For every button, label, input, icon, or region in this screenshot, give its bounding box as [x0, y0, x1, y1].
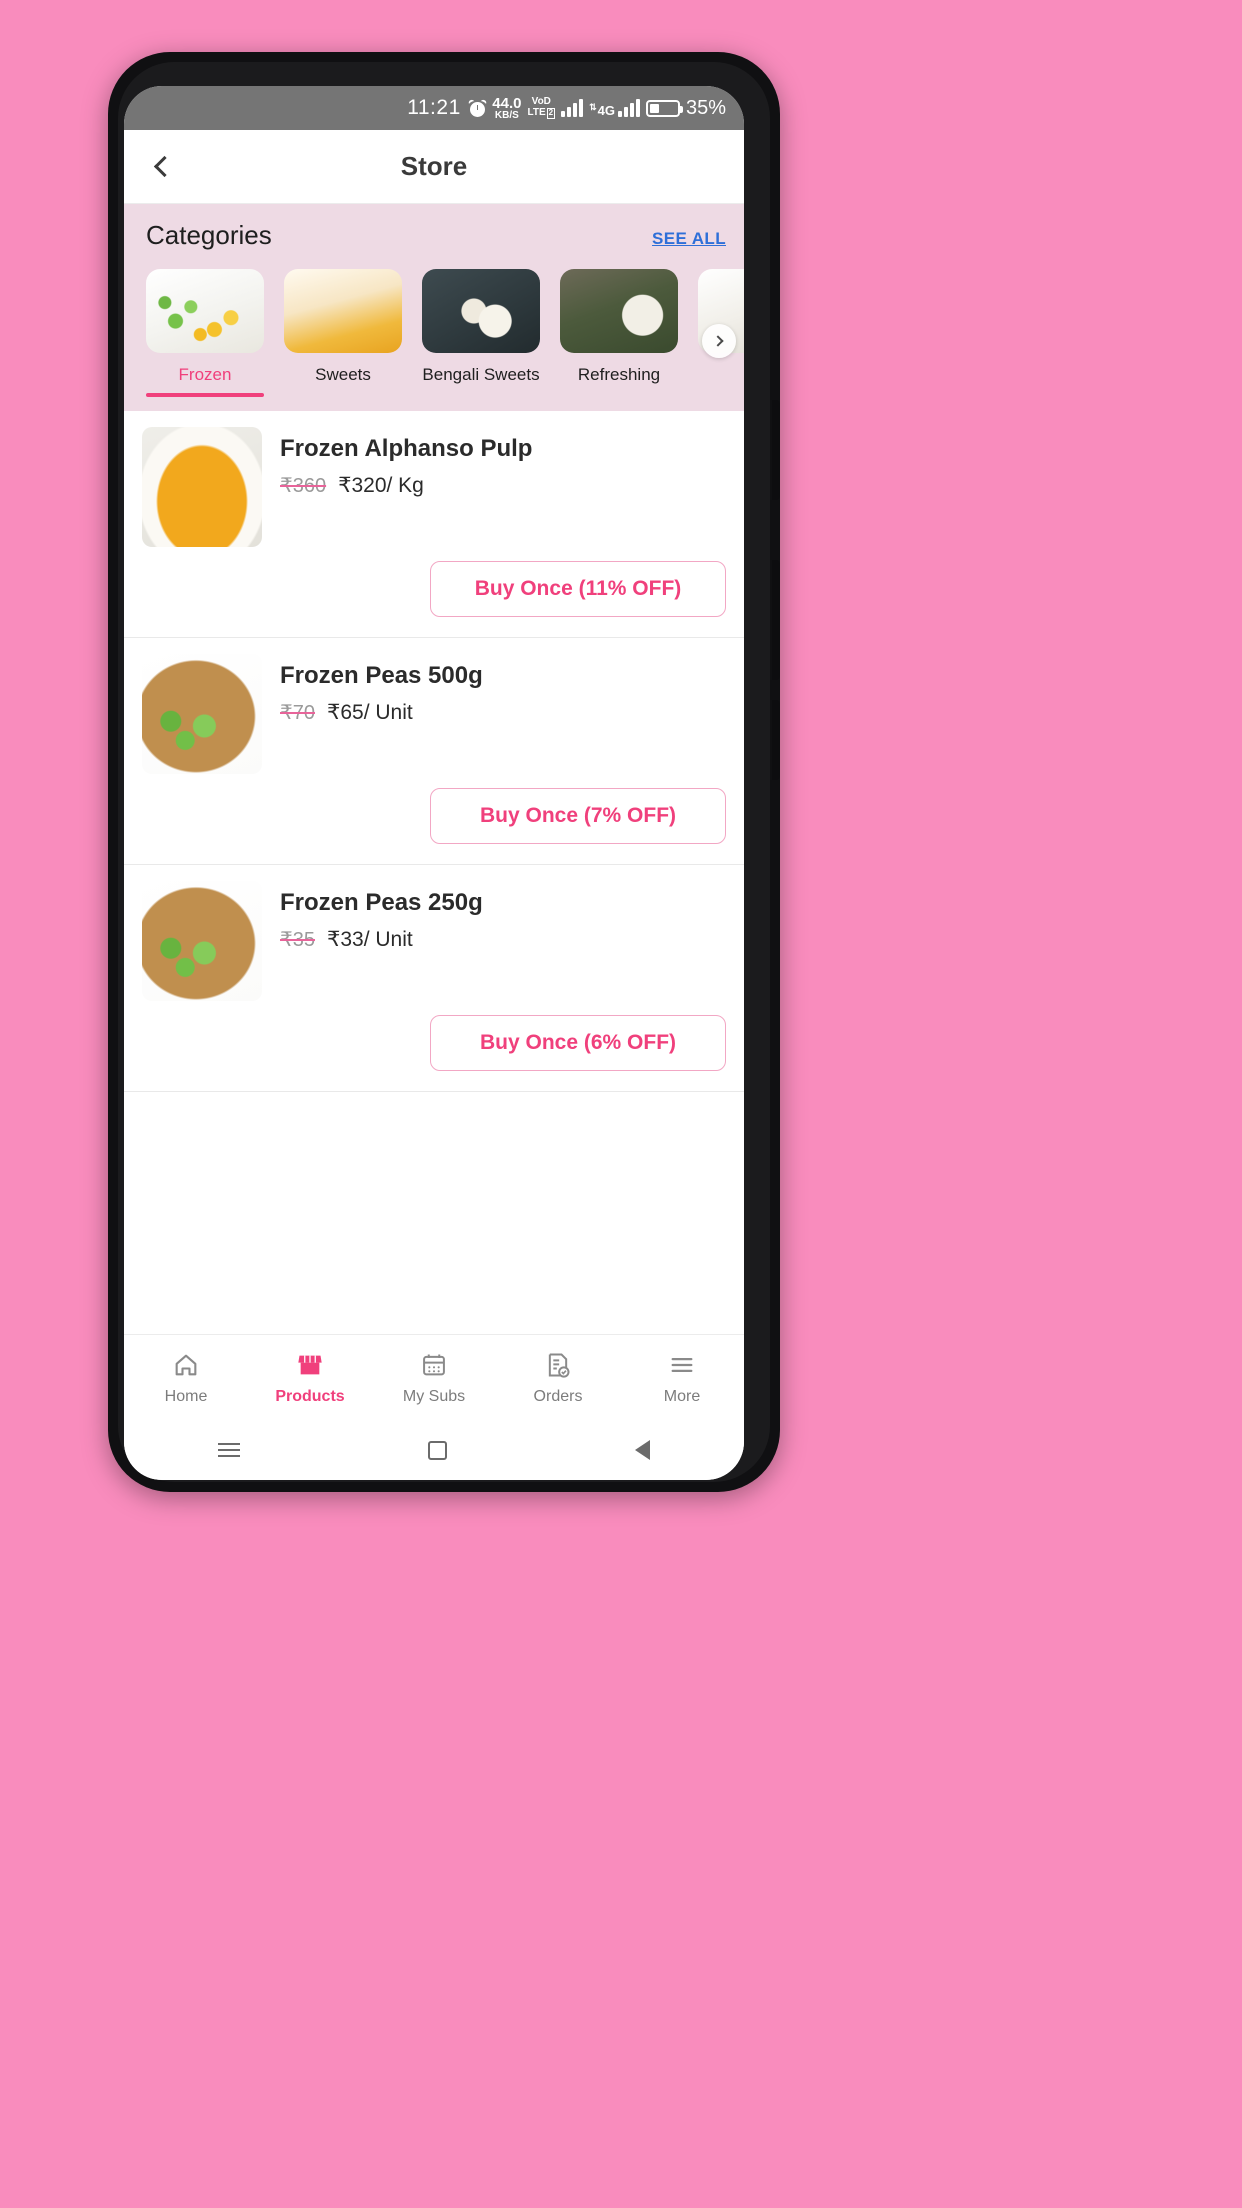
nav-label: More — [663, 1387, 701, 1405]
category-label: M — [698, 365, 744, 385]
hamburger-icon[interactable] — [218, 1439, 240, 1461]
battery-icon — [645, 99, 683, 117]
product-old-price: ₹70 — [280, 702, 315, 724]
phone-screen: 11:21 44.0 KB/S VoD LTE 2 ⇅ 4G 35% Store… — [124, 86, 744, 1480]
data-arrows-icon: ⇅ — [589, 102, 597, 112]
product-price-row: ₹360 ₹320/ Kg — [280, 473, 726, 498]
chevron-right-icon — [712, 335, 724, 347]
categories-title: Categories — [146, 220, 272, 250]
bottom-navigation: Home Products My Subs Orders More — [124, 1334, 744, 1420]
nav-item-my-subs[interactable]: My Subs — [372, 1350, 496, 1406]
status-bar: 11:21 44.0 KB/S VoD LTE 2 ⇅ 4G 35% — [124, 86, 744, 130]
category-thumbnail-icon — [146, 269, 264, 353]
signal-bars-sim1-icon — [561, 99, 584, 117]
categories-header: Categories SEE ALL — [124, 220, 744, 251]
status-icons: 44.0 KB/S VoD LTE 2 ⇅ 4G 35% — [467, 96, 726, 121]
store-icon — [295, 1350, 325, 1380]
product-new-price: ₹65/ Unit — [326, 701, 413, 724]
product-name: Frozen Peas 250g — [280, 889, 483, 916]
category-label: Sweets — [315, 365, 371, 384]
network-speed-unit: KB/S — [494, 109, 519, 121]
product-row[interactable]: Frozen Peas 500g ₹70 ₹65/ Unit Buy Once … — [124, 638, 744, 865]
buy-once-button[interactable]: Buy Once (7% OFF) — [430, 788, 726, 844]
product-list: Frozen Alphanso Pulp ₹360 ₹320/ Kg Buy O… — [124, 411, 744, 1242]
product-name: Frozen Peas 500g — [280, 662, 483, 689]
phone-side-button — [772, 400, 780, 500]
nav-label: Orders — [533, 1387, 583, 1405]
product-price-row: ₹70 ₹65/ Unit — [280, 700, 726, 725]
menu-icon — [667, 1350, 697, 1380]
product-new-price: ₹320/ Kg — [338, 474, 424, 497]
phone-side-button — [772, 560, 780, 680]
category-item-frozen[interactable]: Frozen — [146, 269, 264, 397]
product-image — [142, 654, 262, 774]
product-name: Frozen Alphanso Pulp — [280, 435, 533, 462]
nav-item-home[interactable]: Home — [124, 1350, 248, 1406]
home-icon — [171, 1350, 201, 1380]
product-image — [142, 427, 262, 547]
sim2-network-label: 4G — [597, 103, 615, 118]
nav-item-orders[interactable]: Orders — [496, 1350, 620, 1406]
page-title: Store — [400, 151, 468, 181]
list-empty-space — [124, 1092, 744, 1242]
see-all-link[interactable]: SEE ALL — [652, 229, 726, 249]
category-label: Refreshing — [577, 365, 661, 384]
product-old-price: ₹360 — [280, 475, 327, 497]
volte-sim-number: 2 — [546, 107, 556, 119]
nav-label: My Subs — [402, 1387, 466, 1405]
category-thumbnail-icon — [560, 269, 678, 353]
volte-icon: VoD LTE 2 — [527, 97, 556, 119]
category-thumbnail-icon — [422, 269, 540, 353]
receipt-icon — [543, 1350, 573, 1380]
buy-once-button[interactable]: Buy Once (11% OFF) — [430, 561, 726, 617]
product-row[interactable]: Frozen Alphanso Pulp ₹360 ₹320/ Kg Buy O… — [124, 411, 744, 638]
categories-section: Categories SEE ALL Frozen Sweets Bengali… — [124, 204, 744, 411]
category-active-underline — [146, 393, 264, 397]
product-old-price: ₹35 — [280, 929, 315, 951]
alarm-icon — [467, 98, 488, 117]
system-navigation-bar — [124, 1420, 744, 1480]
square-icon[interactable] — [428, 1440, 447, 1460]
nav-item-products[interactable]: Products — [248, 1350, 372, 1406]
phone-side-button — [772, 700, 780, 780]
nav-label: Home — [164, 1387, 208, 1405]
category-thumbnail-icon — [284, 269, 402, 353]
calendar-icon — [419, 1350, 449, 1380]
volte-line-2: LTE — [527, 106, 546, 118]
product-new-price: ₹33/ Unit — [326, 928, 413, 951]
product-row[interactable]: Frozen Peas 250g ₹35 ₹33/ Unit Buy Once … — [124, 865, 744, 1092]
nav-item-more[interactable]: More — [620, 1350, 744, 1406]
category-item-refreshing[interactable]: Refreshing — [560, 269, 678, 397]
category-label: Frozen — [178, 365, 232, 384]
buy-once-button[interactable]: Buy Once (6% OFF) — [430, 1015, 726, 1071]
network-speed-indicator: 44.0 KB/S — [492, 96, 521, 121]
category-item-bengali-sweets[interactable]: Bengali Sweets — [422, 269, 540, 397]
triangle-back-icon[interactable] — [635, 1440, 650, 1460]
sim2-network-indicator: ⇅ 4G — [589, 99, 640, 117]
categories-carousel[interactable]: Frozen Sweets Bengali Sweets Refreshing … — [124, 251, 744, 397]
app-header: Store — [124, 130, 744, 204]
battery-percentage: 35% — [685, 96, 726, 119]
category-label: Bengali Sweets — [422, 365, 540, 384]
product-image — [142, 881, 262, 1001]
signal-bars-sim2-icon — [617, 99, 640, 117]
category-item-sweets[interactable]: Sweets — [284, 269, 402, 397]
network-speed-value: 44.0 — [492, 94, 522, 112]
product-price-row: ₹35 ₹33/ Unit — [280, 927, 726, 952]
nav-label: Products — [275, 1387, 345, 1405]
categories-next-button[interactable] — [702, 324, 736, 358]
